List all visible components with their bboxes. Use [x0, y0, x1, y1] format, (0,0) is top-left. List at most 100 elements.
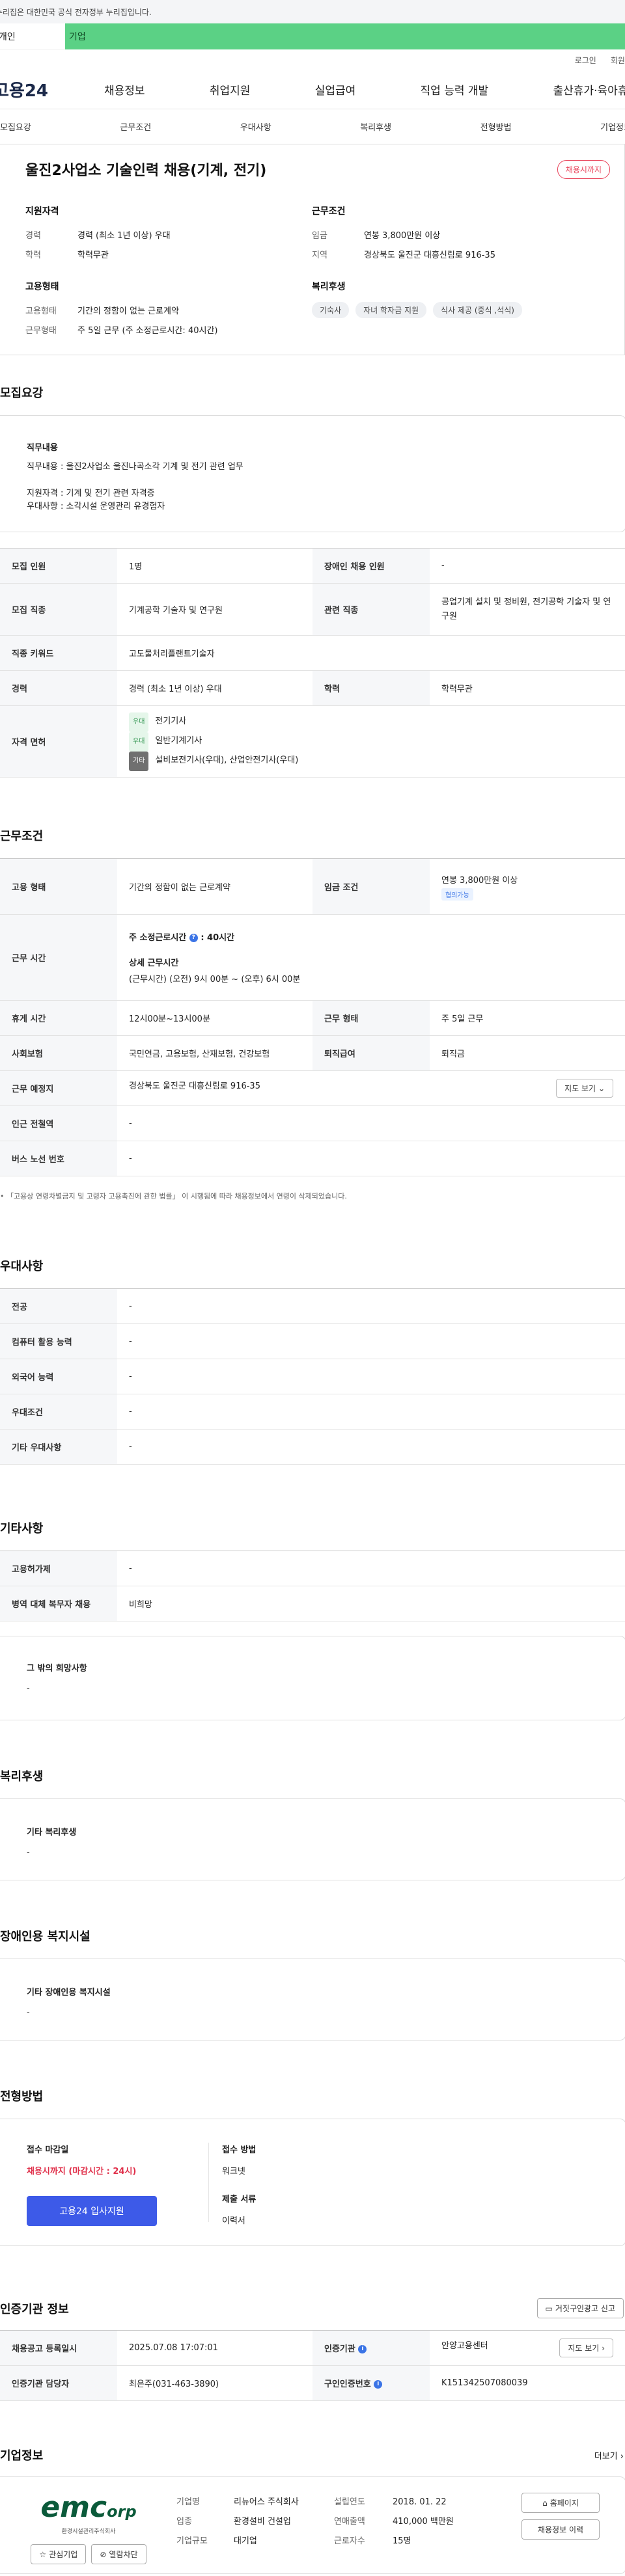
- anchor-welfare[interactable]: 복리후생: [360, 120, 391, 133]
- welfare-box: 기타 복리후생 -: [0, 1798, 625, 1880]
- login-link[interactable]: 로그인: [575, 55, 596, 66]
- gnb-item-training[interactable]: 직업 능력 개발: [421, 81, 489, 98]
- docs-value: 이력서: [222, 2216, 245, 2226]
- anchor-preference[interactable]: 우대사항: [240, 120, 271, 133]
- company-header: 기업정보 더보기 ›: [0, 2447, 625, 2463]
- break-value: 12시00분~13시00분: [117, 1000, 312, 1036]
- hiring-history-button[interactable]: 채용정보 이력: [521, 2519, 600, 2540]
- report-button[interactable]: ▭ 거짓구인광고 신고: [536, 2298, 624, 2318]
- license-label: 자격 면허: [0, 705, 117, 778]
- company-more-link[interactable]: 더보기 ›: [594, 2449, 624, 2461]
- section-title-company: 기업정보: [0, 2449, 44, 2463]
- disabled-count-value: -: [430, 548, 625, 584]
- section-title-welfare: 복리후생: [0, 1770, 44, 1783]
- gnb-item-employment-support[interactable]: 취업지원: [210, 81, 251, 98]
- company-logo: emcorp: [40, 2491, 137, 2524]
- map-button[interactable]: 지도 보기 ⌄: [556, 1079, 613, 1098]
- eps-label: 고용허가제: [0, 1551, 117, 1586]
- info-icon[interactable]: i: [358, 2345, 367, 2353]
- license-tag: 우대: [129, 731, 149, 752]
- eps-value: -: [117, 1551, 625, 1586]
- ban-icon: ⊘: [100, 2549, 107, 2559]
- license-name: 설비보전기사(우대), 산업안전기사(우대): [155, 755, 299, 765]
- favorite-company-button[interactable]: ☆ 관심기업: [31, 2544, 87, 2564]
- anchor-work[interactable]: 근무조건: [120, 120, 151, 133]
- disabled-count-label: 장애인 채용 인원: [312, 548, 430, 584]
- method-title: 접수 방법: [222, 2145, 257, 2155]
- edu-value: 학력무관: [77, 251, 109, 260]
- wage-label: 임금: [312, 231, 327, 241]
- hours-detail-title: 상세 근무시간: [129, 958, 179, 968]
- related-job-value: 공업기계 설치 및 정비원, 전기공학 기술자 및 연구원: [430, 583, 625, 636]
- reg-date-label: 채용공고 등록일시: [0, 2330, 117, 2366]
- career-value: 경력 (최소 1년 이상) 우대: [77, 231, 171, 241]
- agency-label-cell: 인증기관 i: [312, 2330, 430, 2366]
- preference-table: 전공 - 컴퓨터 활용 능력 - 외국어 능력 - 우대조건 - 기타 우대사항 -: [0, 1288, 625, 1465]
- homepage-button[interactable]: ⌂ 홈페이지: [521, 2493, 600, 2513]
- recruit-table: 모집 인원 1명 장애인 채용 인원 - 모집 직종 기계공학 기술자 및 연구…: [0, 548, 625, 778]
- tab-personal[interactable]: 개인: [0, 23, 65, 49]
- block-view-button[interactable]: ⊘ 열람차단: [91, 2544, 146, 2564]
- page: { "gov_banner": "이 누리집은 대한민국 공식 전자정부 누리집…: [0, 0, 625, 2576]
- gnb-item-unemployment[interactable]: 실업급여: [315, 81, 356, 98]
- company-info-right: 설립연도 2018. 01. 22 연매출액 410,000 백만원 근로자수 15명: [327, 2493, 490, 2558]
- user-type-tabs: 개인 기업: [0, 23, 625, 49]
- info-icon[interactable]: ?: [189, 934, 198, 942]
- company-info-left: 기업명 리뉴어스 주식회사 업종 환경설비 건설업 기업규모 대기업: [163, 2493, 327, 2558]
- home-icon: ⌂: [542, 2498, 548, 2508]
- military-label: 병역 대체 복무자 채용: [0, 1586, 117, 1621]
- section-anchor-nav: 모집요강 근무조건 우대사항 복리후생 전형방법 기업정보: [0, 109, 625, 144]
- recruit-count-label: 모집 인원: [0, 548, 117, 584]
- emp-type-row-value: 기간의 정함이 없는 근로계약: [117, 858, 312, 915]
- wage-row-value: 연봉 3,800만원 이상: [441, 875, 518, 886]
- anchor-recruit[interactable]: 모집요강: [0, 120, 31, 133]
- welfare-etc-title: 기타 복리후생: [27, 1828, 77, 1837]
- emp-type-value: 기간의 정함이 없는 근로계약: [77, 306, 179, 316]
- pref-etc-value: -: [117, 1429, 625, 1465]
- join-link[interactable]: 회원가입: [611, 55, 625, 66]
- emp-type-row-label: 고용 형태: [0, 858, 117, 915]
- chevron-right-icon: ›: [602, 2344, 605, 2353]
- gnb-item-jobs[interactable]: 채용정보: [104, 81, 145, 98]
- cert-header: 인증기관 정보 ▭ 거짓구인광고 신고: [0, 2298, 625, 2318]
- keyword-value: 고도물처리플랜트기술자: [117, 635, 625, 671]
- gnb-item-leave[interactable]: 출산휴가·육아휴직: [553, 81, 625, 98]
- welfare-chip: 자녀 학자금 지원: [355, 302, 427, 318]
- anchor-company[interactable]: 기업정보: [600, 120, 625, 133]
- welfare-chips: 기숙사 자녀 학자금 지원 식사 제공 (중식 ,석식): [312, 302, 598, 318]
- anchor-selection[interactable]: 전형방법: [480, 120, 512, 133]
- emp-type-label: 고용형태: [25, 306, 57, 316]
- site-logo[interactable]: 고용24: [0, 77, 104, 102]
- section-title-preference: 우대사항: [0, 1260, 44, 1273]
- conditions-block: 근무조건 임금 연봉 3,800만원 이상 지역 경상북도 울진군 대흥신림로 91…: [312, 204, 598, 341]
- work-shape-value: 주 5일 근무 (주 소정근로시간: 40시간): [77, 326, 218, 336]
- tab-corporate[interactable]: 기업: [65, 23, 625, 49]
- pref-condition-label: 우대조건: [0, 1394, 117, 1430]
- age-note: • 「고용상 연령차별금지 및 고령자 고용촉진에 관한 법률」 이 시행됨에 …: [0, 1192, 347, 1200]
- cert-no-value: K151342507080039: [430, 2365, 625, 2401]
- bullet-icon: •: [0, 1192, 7, 1200]
- info-icon[interactable]: i: [374, 2380, 383, 2389]
- etc-wish-value: -: [27, 1684, 30, 1694]
- wage-row-label: 임금 조건: [312, 858, 430, 915]
- job-type-value: 기계공학 기술자 및 연구원: [117, 583, 312, 636]
- document-icon: ▭: [545, 2303, 553, 2313]
- duty-heading: 직무내용: [27, 443, 58, 453]
- employment-heading: 고용형태: [25, 282, 59, 292]
- section-title-etc: 기타사항: [0, 1522, 44, 1536]
- sales-label: 연매출액: [334, 2517, 365, 2527]
- cert-no-label-cell: 구인인증번호 i: [312, 2365, 430, 2401]
- manager-label: 인증기관 담당자: [0, 2365, 117, 2401]
- hours-cell: 주 소정근로시간 ? : 40시간 상세 근무시간 (근무시간) (오전) 9시…: [117, 914, 625, 1001]
- pref-language-value: -: [117, 1359, 625, 1394]
- subway-label: 인근 전철역: [0, 1105, 117, 1141]
- sales-value: 410,000 백만원: [393, 2517, 454, 2527]
- apply-button[interactable]: 고용24 입사지원: [27, 2196, 157, 2226]
- agency-map-button[interactable]: 지도 보기 ›: [559, 2339, 613, 2357]
- severance-label: 퇴직급여: [312, 1035, 430, 1071]
- place-value: 경상북도 울진군 대흥신림로 916-35: [129, 1081, 260, 1091]
- pref-condition-value: -: [117, 1394, 625, 1430]
- facility-value: -: [27, 2008, 30, 2018]
- method-value: 워크넷: [222, 2167, 245, 2176]
- related-job-label: 관련 직종: [312, 583, 430, 636]
